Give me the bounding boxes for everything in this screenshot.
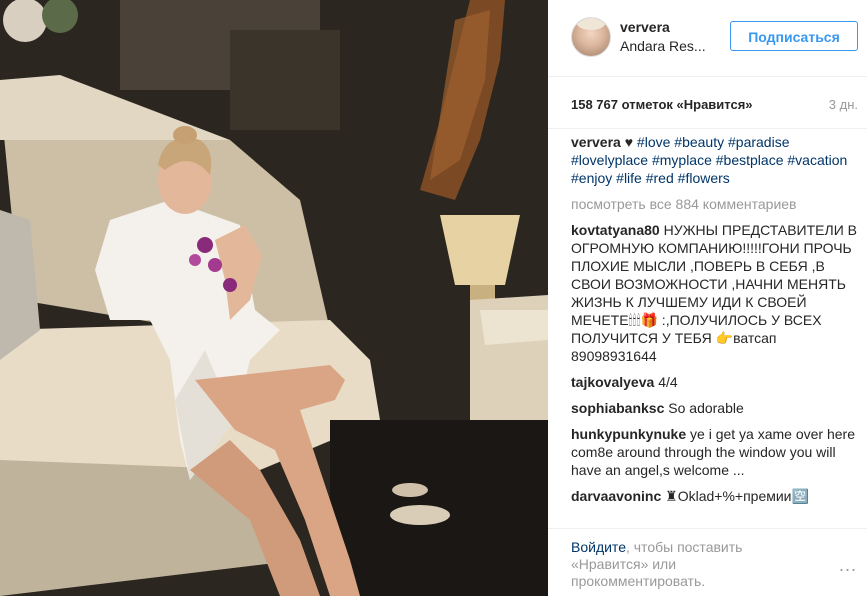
hashtag[interactable]: #life <box>616 170 642 186</box>
post-photo[interactable] <box>0 0 548 596</box>
login-link[interactable]: Войдите <box>571 539 626 555</box>
hashtag[interactable]: #vacation <box>787 152 847 168</box>
comment-text: ♜Oklad+%+премии🈳 <box>665 488 809 504</box>
post-sidebar: ververa Andara Res... Подписаться 158 76… <box>548 0 867 597</box>
comment: sophiabanksc So adorable <box>571 399 857 417</box>
comment-user[interactable]: tajkovalyeva <box>571 374 654 390</box>
hashtag[interactable]: #love <box>637 134 670 150</box>
post-time[interactable]: 3 дн. <box>829 97 858 112</box>
comment-user[interactable]: hunkypunkynuke <box>571 426 686 442</box>
comment-user[interactable]: sophiabanksc <box>571 400 664 416</box>
post-footer: Войдите, чтобы поставить «Нравится» или … <box>548 528 867 597</box>
hashtag[interactable]: #enjoy <box>571 170 612 186</box>
avatar[interactable] <box>571 17 611 57</box>
hashtag[interactable]: #red <box>646 170 674 186</box>
comment: tajkovalyeva 4/4 <box>571 373 857 391</box>
more-options-icon[interactable]: ... <box>839 555 857 576</box>
post-header: ververa Andara Res... Подписаться <box>548 0 867 77</box>
post-location[interactable]: Andara Res... <box>620 38 706 54</box>
hashtag[interactable]: #paradise <box>728 134 790 150</box>
comment-text: So adorable <box>668 400 744 416</box>
photo-illustration <box>0 0 548 596</box>
hashtag[interactable]: #myplace <box>652 152 712 168</box>
comments-list: ververa ♥ #love #beauty #paradise #lovel… <box>571 133 857 513</box>
hashtag[interactable]: #beauty <box>674 134 724 150</box>
comment: kovtatyana80 НУЖНЫ ПРЕДСТАВИТЕЛИ В ОГРОМ… <box>571 221 857 365</box>
heart-icon: ♥ <box>624 134 634 150</box>
hashtag[interactable]: #lovelyplace <box>571 152 648 168</box>
login-prompt: Войдите, чтобы поставить «Нравится» или … <box>571 539 771 590</box>
likes-count[interactable]: 158 767 отметок «Нравится» <box>571 97 753 112</box>
hashtag[interactable]: #flowers <box>678 170 730 186</box>
post-username[interactable]: ververa <box>620 19 670 35</box>
caption: ververa ♥ #love #beauty #paradise #lovel… <box>571 133 857 187</box>
comment: hunkypunkynuke ye i get ya xame over her… <box>571 425 857 479</box>
post-stats: 158 767 отметок «Нравится» 3 дн. <box>548 76 867 129</box>
comment-user[interactable]: darvaavoninc <box>571 488 661 504</box>
view-all-comments-link[interactable]: посмотреть все 884 комментариев <box>571 195 857 213</box>
hashtag[interactable]: #bestplace <box>716 152 784 168</box>
caption-user[interactable]: ververa <box>571 134 621 150</box>
comment-user[interactable]: kovtatyana80 <box>571 222 660 238</box>
comment-text: 4/4 <box>658 374 678 390</box>
comment-text: НУЖНЫ ПРЕДСТАВИТЕЛИ В ОГРОМНУЮ КОМПАНИЮ!… <box>571 222 857 364</box>
comment: darvaavoninc ♜Oklad+%+премии🈳 <box>571 487 857 505</box>
follow-button[interactable]: Подписаться <box>730 21 858 51</box>
